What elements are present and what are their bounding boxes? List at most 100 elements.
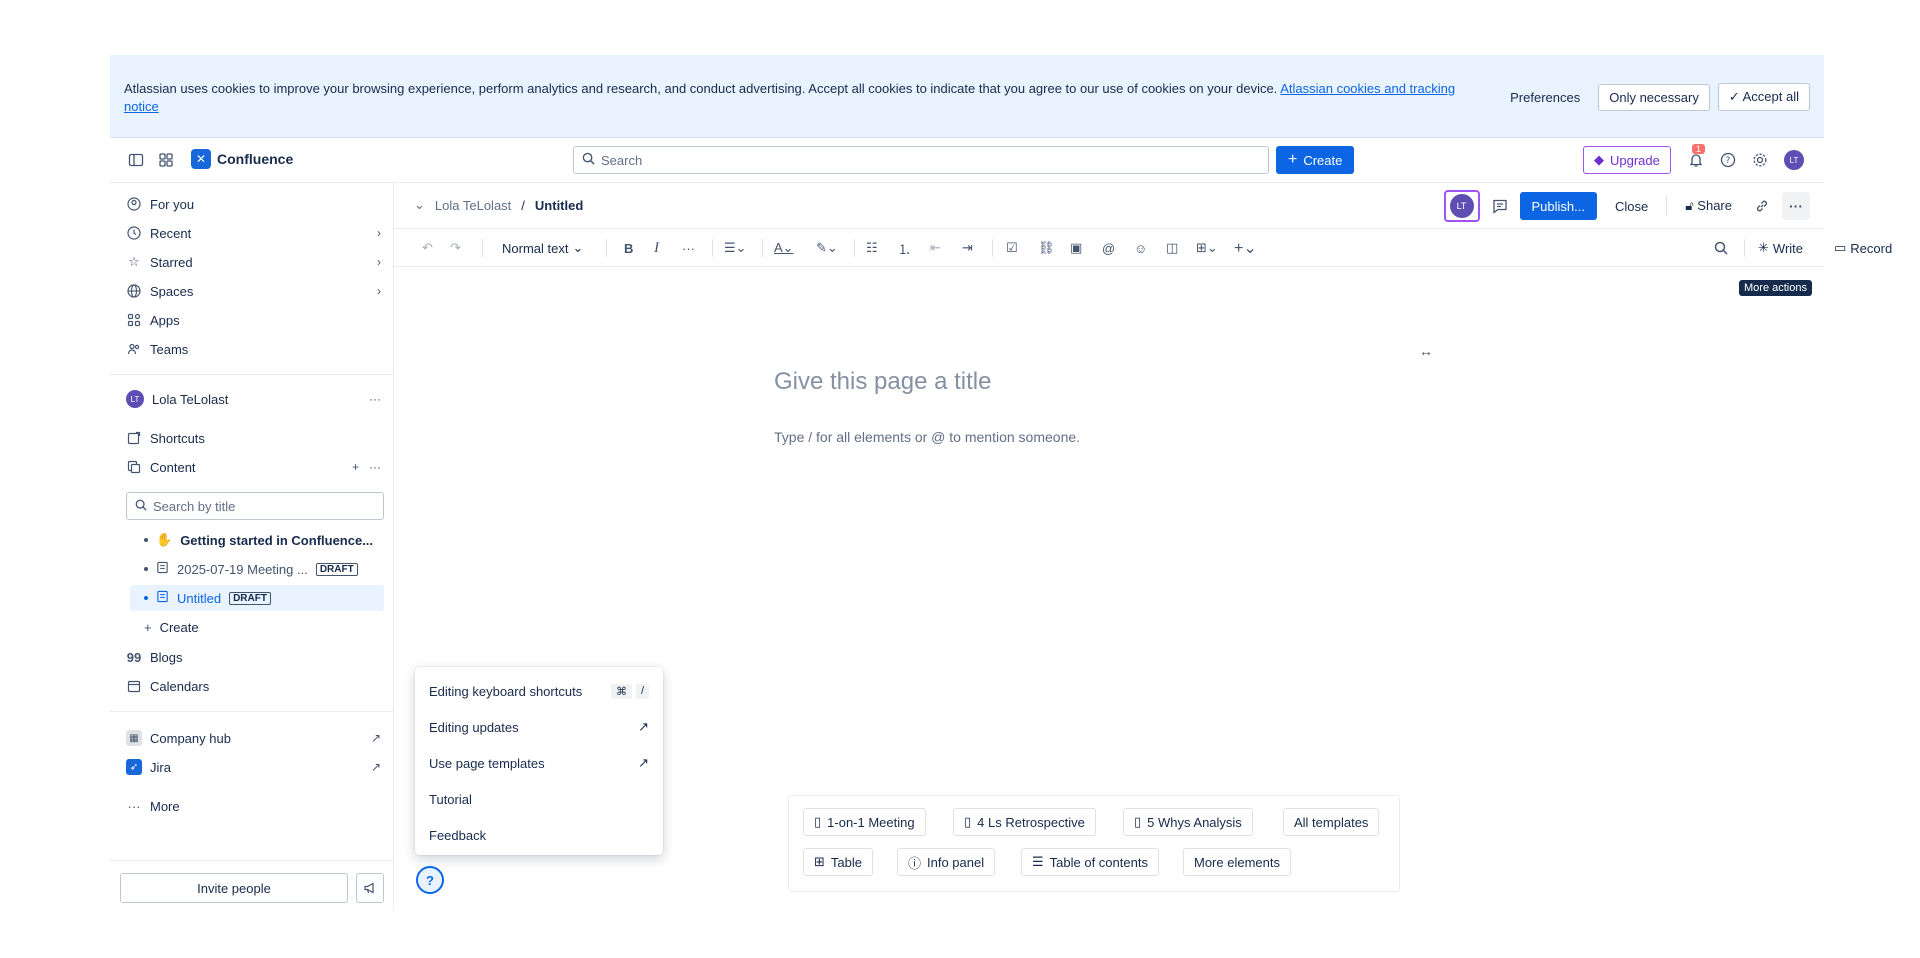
page-icon (156, 590, 169, 606)
layout-icon[interactable]: ◫ (1166, 238, 1178, 258)
invite-people-button[interactable]: Invite people (120, 873, 348, 903)
app-switcher-icon[interactable] (156, 150, 176, 170)
sidebar-item-shortcuts[interactable]: Shortcuts (126, 426, 381, 450)
external-link-icon[interactable]: ↗ (371, 760, 381, 774)
more-elements-button[interactable]: More elements (1183, 848, 1291, 876)
share-button[interactable]: 🔓︎ Share (1675, 193, 1742, 219)
bold-icon[interactable]: B (624, 238, 633, 258)
tree-item-label: Untitled (177, 590, 222, 606)
insert-plus-icon[interactable]: +⌄ (1234, 238, 1257, 258)
help-menu-item-feedback[interactable]: Feedback (415, 817, 663, 853)
write-ai-button[interactable]: ✳ Write (1758, 238, 1803, 258)
preferences-button[interactable]: Preferences (1500, 85, 1590, 110)
chevron-right-icon[interactable]: › (377, 255, 381, 269)
expand-width-icon[interactable]: ↔ (1419, 343, 1433, 359)
sidebar-item-starred[interactable]: ☆ Starred › (126, 250, 381, 274)
only-necessary-button[interactable]: Only necessary (1598, 83, 1710, 111)
link-icon[interactable]: ⛓ (1038, 238, 1055, 258)
user-circle-icon (126, 196, 142, 212)
page-body-editor[interactable]: Type / for all elements or @ to mention … (774, 429, 1080, 445)
breadcrumb-space[interactable]: Lola TeLolast (435, 198, 511, 213)
redo-icon[interactable]: ↷ (450, 238, 461, 258)
more-formatting-icon[interactable]: ··· (682, 238, 695, 258)
megaphone-icon[interactable] (356, 873, 384, 903)
numbered-list-icon[interactable]: ⒈ (898, 238, 911, 258)
notifications-icon[interactable]: 1 (1686, 144, 1706, 170)
page-title-input[interactable]: Give this page a title (774, 368, 991, 396)
external-link-icon: ↗ (638, 719, 649, 734)
insert-toc-button[interactable]: ☰ Table of contents (1021, 848, 1159, 876)
sidebar-item-blogs[interactable]: 99 Blogs (126, 645, 381, 669)
tree-item[interactable]: ✋ Getting started in Confluence... (130, 527, 384, 553)
image-icon[interactable]: ▣ (1070, 238, 1082, 258)
create-button[interactable]: + Create (1276, 146, 1355, 174)
help-menu-item-tutorial[interactable]: Tutorial (415, 781, 663, 817)
sidebar-item-jira[interactable]: ➶ Jira ↗ (126, 755, 381, 779)
sidebar-item-calendars[interactable]: Calendars (126, 674, 381, 698)
help-question-icon[interactable]: ? (416, 866, 444, 894)
find-search-icon[interactable] (1714, 238, 1728, 258)
template-5-whys[interactable]: ▯ 5 Whys Analysis (1123, 808, 1253, 836)
close-button[interactable]: Close (1605, 194, 1658, 219)
highlight-icon[interactable]: ✎⌄ (816, 238, 838, 258)
undo-icon[interactable]: ↶ (422, 238, 433, 258)
template-1on1-meeting[interactable]: ▯ 1-on-1 Meeting (803, 808, 926, 836)
template-4ls-retrospective[interactable]: ▯ 4 Ls Retrospective (953, 808, 1096, 836)
sidebar-item-teams[interactable]: Teams (126, 337, 381, 361)
tree-item[interactable]: 2025-07-19 Meeting ... DRAFT (130, 556, 384, 582)
space-header[interactable]: LT Lola TeLolast ··· (126, 387, 381, 411)
sidebar-item-spaces[interactable]: Spaces › (126, 279, 381, 303)
outdent-icon[interactable]: ⇤ (930, 238, 941, 258)
chevron-right-icon[interactable]: › (377, 226, 381, 240)
search-input[interactable]: Search (573, 146, 1269, 174)
italic-icon[interactable]: I (654, 238, 659, 258)
chevron-right-icon[interactable]: › (377, 284, 381, 298)
help-menu-item-shortcuts[interactable]: Editing keyboard shortcuts ⌘ / (415, 673, 663, 709)
info-icon: ⓘ (908, 855, 922, 871)
sidebar-item-for-you[interactable]: For you (126, 192, 381, 216)
text-color-icon[interactable]: A⌄ (774, 238, 794, 258)
help-menu-item-templates[interactable]: Use page templates ↗ (415, 745, 663, 781)
sidebar-item-recent[interactable]: Recent › (126, 221, 381, 245)
sidebar-item-apps[interactable]: Apps (126, 308, 381, 332)
collaborator-avatar[interactable]: LT (1443, 190, 1480, 222)
text-style-dropdown[interactable]: Normal text ⌄ (502, 238, 583, 258)
confluence-logo[interactable]: ✕ Confluence (191, 149, 293, 169)
alignment-icon[interactable]: ☰⌄ (724, 238, 747, 258)
toolbar-separator (482, 239, 483, 257)
indent-icon[interactable]: ⇥ (962, 238, 973, 258)
more-actions-icon[interactable]: ··· (1782, 192, 1810, 220)
help-icon[interactable]: ? (1718, 150, 1738, 170)
sidebar-item-content[interactable]: Content + ··· (126, 455, 381, 479)
more-options-icon[interactable]: ··· (369, 392, 381, 406)
emoji-icon[interactable]: ☺ (1134, 238, 1147, 258)
checkbox-icon[interactable]: ☑ (1006, 238, 1018, 258)
tree-search-input[interactable]: Search by title (126, 492, 384, 520)
publish-button[interactable]: Publish... (1519, 192, 1597, 220)
insert-table-button[interactable]: ⊞ Table (803, 848, 873, 876)
settings-gear-icon[interactable] (1750, 150, 1770, 170)
comment-icon[interactable] (1488, 198, 1512, 214)
record-button[interactable]: ▭ Record (1834, 238, 1892, 258)
tree-item-active[interactable]: Untitled DRAFT (130, 585, 384, 611)
help-menu-item-updates[interactable]: Editing updates ↗ (415, 709, 663, 745)
mention-icon[interactable]: @ (1102, 238, 1115, 258)
sidebar-item-more[interactable]: ··· More (126, 794, 381, 818)
table-icon[interactable]: ⊞⌄ (1196, 238, 1218, 258)
tree-create-button[interactable]: + Create (130, 614, 384, 640)
add-content-icon[interactable]: + (352, 460, 359, 474)
external-link-icon[interactable]: ↗ (371, 731, 381, 745)
sidebar-item-company-hub[interactable]: ▦ Company hub ↗ (126, 726, 381, 750)
accept-all-button[interactable]: ✓ Accept all (1717, 83, 1810, 111)
all-templates-button[interactable]: All templates (1283, 808, 1380, 836)
more-options-icon[interactable]: ··· (369, 460, 381, 474)
link-icon[interactable] (1750, 199, 1774, 213)
breadcrumb-page[interactable]: Untitled (535, 198, 583, 213)
sidebar-toggle-icon[interactable] (126, 150, 146, 170)
profile-avatar[interactable]: LT (1784, 150, 1804, 170)
upgrade-button[interactable]: ◆ Upgrade (1583, 146, 1671, 174)
bullet-list-icon[interactable]: ☷ (866, 238, 878, 258)
chevron-down-icon[interactable]: ⌄ (414, 197, 425, 213)
share-label: Share (1697, 198, 1732, 213)
insert-info-panel-button[interactable]: ⓘ Info panel (897, 848, 996, 876)
